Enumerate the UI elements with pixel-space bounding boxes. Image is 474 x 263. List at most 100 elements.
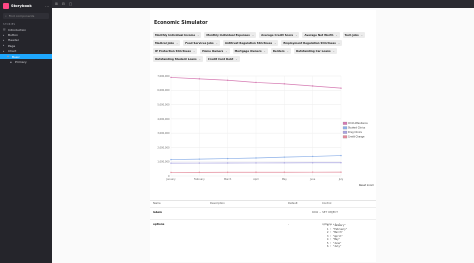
y-tick-label: 6,000,000 [157, 89, 170, 92]
story-canvas: Economic Simulator Monthly Individual In… [52, 8, 474, 263]
chip-label: IP Protection Strictness [155, 49, 191, 53]
data-point [198, 158, 201, 160]
chip-label: Tech Jobs [344, 33, 359, 37]
chip-label: Employment Regulation Strictness [283, 41, 336, 45]
doc-icon: ▤ [3, 28, 6, 32]
remove-icon[interactable]: ⌄ [295, 33, 297, 37]
remove-icon[interactable]: ⌄ [193, 49, 195, 53]
metric-chip[interactable]: Employment Regulation Strictness ⌄ [281, 40, 343, 46]
folder-icon: ▸ [3, 33, 5, 37]
y-tick-label: 3,000,000 [157, 132, 170, 135]
x-tick-label: March [224, 178, 232, 181]
remove-icon[interactable]: ⌄ [252, 33, 254, 37]
chip-label: Renters [272, 49, 285, 53]
metric-chip[interactable]: Home Owners ⌄ [200, 48, 230, 54]
metric-chip[interactable]: Mortgage Owners ⌄ [232, 48, 268, 54]
legend-label: Student Clinics [348, 127, 366, 130]
data-point [311, 171, 314, 173]
folder-icon: ▸ [3, 38, 5, 42]
remove-icon[interactable]: ⌄ [335, 33, 337, 37]
data-point [198, 162, 201, 164]
data-point [170, 158, 172, 161]
data-point [283, 156, 286, 158]
arg-default: - [288, 222, 289, 226]
remove-icon[interactable]: ⌄ [176, 41, 178, 45]
sidebar-item-label: Page [8, 43, 16, 48]
json-editor[interactable]: 0 : "January" 1 : "February" 2 : "March" 3 … [327, 224, 347, 249]
remove-icon[interactable]: ⌄ [199, 57, 201, 61]
remove-icon[interactable]: ⌄ [287, 49, 289, 53]
metric-chips: Monthly Individual Income ⌄ Monthly Indivi… [153, 32, 373, 62]
metric-chip[interactable]: Medical Jobs ⌄ [153, 40, 181, 46]
zoom-in-icon[interactable]: ⊞ [55, 2, 58, 6]
menu-icon[interactable]: ⋯ [45, 4, 49, 9]
toolbar: ⊞ ⊟ ▢ [52, 0, 474, 8]
metric-chip[interactable]: Average Credit Score ⌄ [259, 32, 300, 38]
data-point [311, 162, 314, 164]
remove-icon[interactable]: ⌄ [216, 41, 218, 45]
data-point [226, 157, 229, 160]
data-point [226, 162, 229, 164]
chip-label: Home Owners [202, 49, 224, 53]
json-line: 0 : "January" [327, 224, 346, 227]
remove-icon[interactable]: ⌄ [361, 33, 363, 37]
remove-icon[interactable]: ⌄ [264, 49, 266, 53]
chip-label: Monthly Individual Income [155, 33, 196, 37]
legend-label: Drug Clinics [348, 131, 363, 134]
y-tick-label: 4,000,000 [157, 118, 170, 121]
metric-chip[interactable]: Outstanding Student Loans ⌄ [153, 56, 203, 62]
storybook-logo [3, 3, 9, 9]
chip-label: Medical Jobs [155, 41, 174, 45]
metric-chip[interactable]: Credit Card Debt ⌄ [205, 56, 240, 62]
metric-chip[interactable]: Tech Jobs ⌄ [342, 32, 366, 38]
remove-icon[interactable]: ⌄ [338, 41, 340, 45]
remove-icon[interactable]: ⌄ [197, 33, 199, 37]
metric-chip[interactable]: Outstanding Car Loans ⌄ [293, 48, 337, 54]
x-tick-label: July [338, 178, 344, 181]
remove-icon[interactable]: ⌄ [333, 49, 335, 53]
x-tick-label: February [194, 178, 205, 181]
metric-chip[interactable]: IP Protection Strictness ⌄ [153, 48, 198, 54]
remove-icon[interactable]: ⌄ [274, 41, 276, 45]
data-point [226, 171, 229, 173]
remove-icon[interactable]: ⌄ [225, 49, 227, 53]
sidebar-item-primary[interactable]: ▪ Primary [0, 59, 52, 64]
metric-chip[interactable]: Renters ⌄ [270, 48, 291, 54]
reset-zoom-button[interactable]: Reset zoom [359, 184, 374, 187]
data-point [283, 83, 286, 85]
search-input[interactable]: ⌕ Find components [3, 13, 49, 19]
chip-label: Credit Card Debt [207, 57, 234, 61]
sidebar-item-label: Button [8, 33, 19, 38]
reset-view-icon[interactable]: ▢ [69, 2, 72, 6]
args-table-header: Name Description Default Control [150, 200, 376, 206]
chip-label: Average Net Worth [304, 33, 334, 37]
remove-icon[interactable]: ⌄ [235, 57, 237, 61]
data-point [170, 171, 172, 174]
chip-label: Monthly Individual Expenses [206, 33, 250, 37]
legend-swatch [342, 126, 348, 130]
chip-label: Outstanding Student Loans [155, 57, 197, 61]
zoom-out-icon[interactable]: ⊟ [62, 2, 65, 6]
arg-control[interactable]: RAW ⌄ SET OBJECT [312, 210, 338, 214]
y-tick-label: 5,000,000 [157, 103, 170, 106]
metric-chip[interactable]: Antitrust Regulation Strictness ⌄ [222, 40, 279, 46]
metric-chip[interactable]: Food Services Jobs ⌄ [183, 40, 220, 46]
folder-icon: ▸ [3, 49, 5, 53]
chip-label: Outstanding Car Loans [295, 49, 331, 53]
data-point [283, 171, 286, 173]
metric-chip[interactable]: Monthly Individual Income ⌄ [153, 32, 202, 38]
legend-label: Child Attendance [348, 122, 368, 125]
chip-label: Average Credit Score [261, 33, 294, 37]
data-point [170, 162, 172, 164]
sidebar-item-label: Header [8, 38, 19, 43]
x-tick-label: May [282, 178, 288, 181]
metric-chip[interactable]: Monthly Individual Expenses ⌄ [204, 32, 257, 38]
chip-label: Antitrust Regulation Strictness [224, 41, 273, 45]
data-point [255, 157, 257, 159]
metric-chip[interactable]: Average Net Worth ⌄ [302, 32, 340, 38]
col-default: Default [288, 202, 298, 205]
story-icon: ▪ [10, 60, 12, 64]
sidebar-header: Storybook ⋯ [0, 0, 52, 12]
x-tick-label: April [253, 178, 259, 181]
data-point [311, 155, 314, 158]
